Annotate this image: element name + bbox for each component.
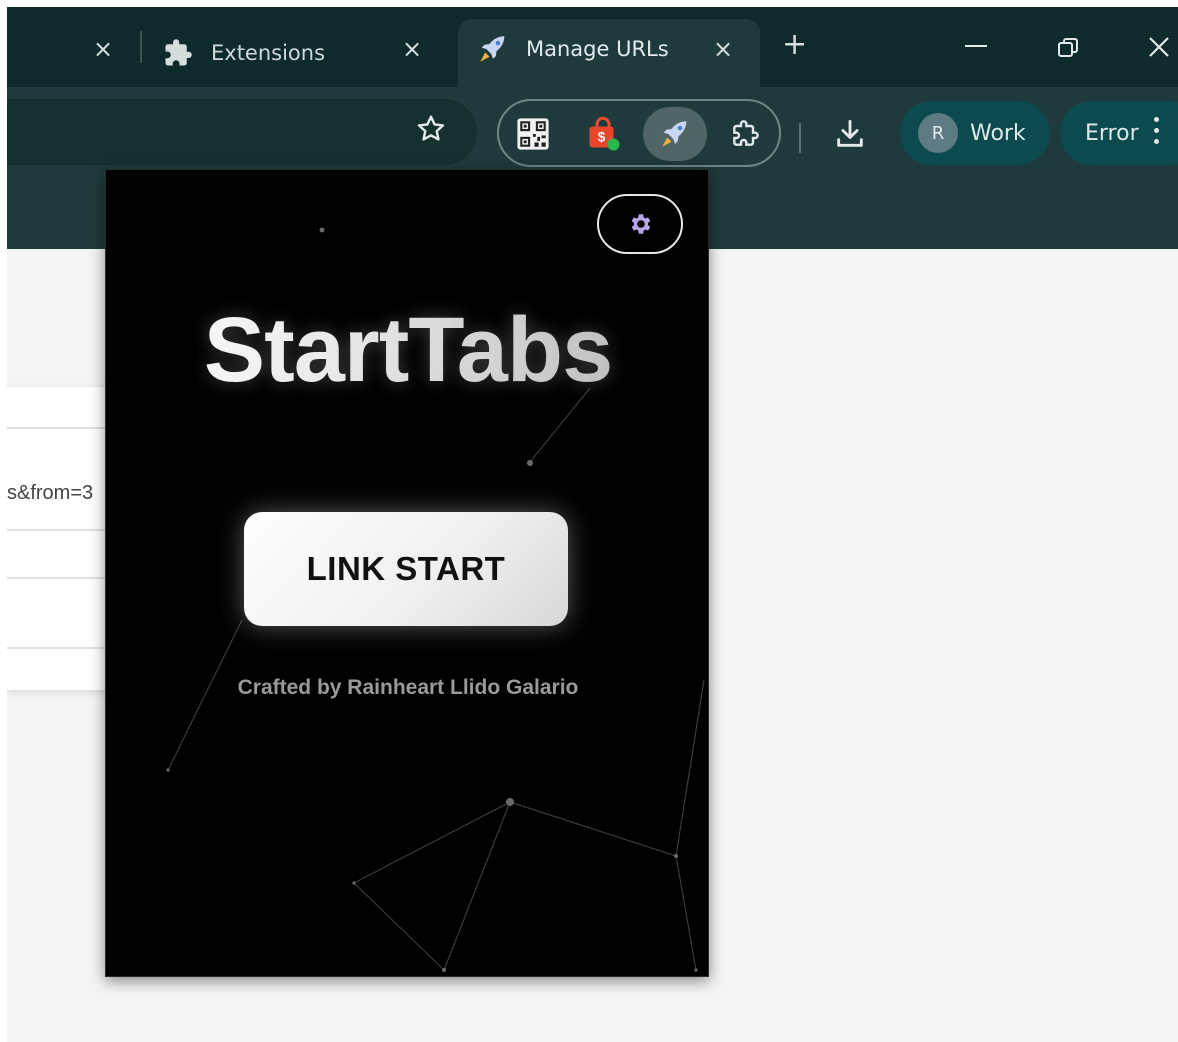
tab-label: Extensions — [211, 41, 326, 65]
tab-extensions[interactable]: Extensions — [163, 19, 325, 87]
qr-code-icon — [517, 118, 549, 150]
restore-icon[interactable] — [1057, 37, 1079, 63]
link-start-button[interactable]: LINK START — [244, 512, 568, 626]
tab-manage-urls[interactable]: Manage URLs × — [458, 19, 760, 89]
qr-code-extension-button[interactable] — [503, 107, 563, 161]
avatar: R — [918, 113, 958, 153]
rocket-icon — [662, 121, 687, 147]
puzzle-icon — [733, 120, 759, 146]
profile-chip[interactable]: R Work — [900, 101, 1050, 165]
close-icon[interactable]: × — [93, 35, 113, 63]
starttabs-extension-button[interactable] — [643, 107, 707, 161]
error-label: Error — [1085, 120, 1139, 146]
browser-window: × Extensions × Manage URLs × + $ R Work … — [7, 7, 1178, 1042]
url-text: s&from=3 — [7, 482, 94, 504]
error-chip[interactable]: Error — [1060, 101, 1178, 165]
rocket-icon — [480, 36, 505, 62]
app-title: StartTabs — [106, 298, 708, 403]
profile-label: Work — [970, 120, 1026, 146]
puzzle-icon — [165, 39, 192, 66]
close-icon[interactable] — [1147, 35, 1171, 63]
extensions-group: $ — [497, 99, 781, 167]
tab-separator — [140, 31, 142, 63]
download-icon[interactable] — [833, 117, 867, 156]
shopping-extension-button[interactable]: $ — [573, 107, 633, 161]
toolbar-divider — [799, 123, 801, 153]
extension-popup: StartTabs LINK START Crafted by Rainhear… — [105, 169, 709, 977]
minimize-icon[interactable] — [965, 45, 987, 47]
menu-icon[interactable] — [1154, 117, 1160, 150]
toolbar: $ R Work Error — [7, 87, 1178, 177]
credit-text: Crafted by Rainheart Llido Galario — [237, 676, 579, 699]
shopping-bag-icon: $ — [589, 116, 620, 151]
tab-label: Manage URLs — [526, 37, 669, 61]
new-tab-button[interactable]: + — [782, 27, 807, 62]
address-bar[interactable] — [7, 99, 477, 165]
extensions-menu-button[interactable] — [715, 107, 775, 161]
gear-icon — [631, 214, 651, 234]
star-icon[interactable] — [415, 113, 447, 153]
svg-text:$: $ — [598, 130, 606, 145]
close-icon[interactable]: × — [402, 35, 422, 63]
tab-strip: × Extensions × Manage URLs × + — [7, 7, 1178, 89]
close-icon[interactable]: × — [713, 35, 733, 63]
settings-button[interactable] — [597, 194, 683, 254]
